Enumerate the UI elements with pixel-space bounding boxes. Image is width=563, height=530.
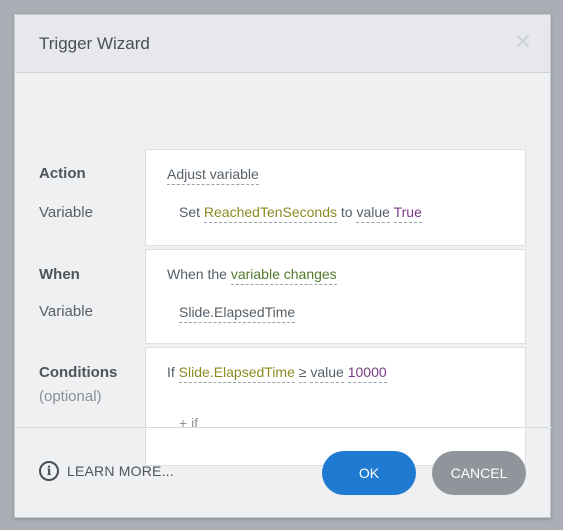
to-text: to: [340, 204, 353, 220]
condition-value-type-dropdown[interactable]: value: [310, 364, 344, 383]
ok-button[interactable]: OK: [322, 451, 416, 495]
condition-operator-dropdown[interactable]: ≥: [298, 364, 307, 383]
action-variable-dropdown[interactable]: ReachedTenSeconds: [203, 204, 338, 223]
when-variable-dropdown[interactable]: Slide.ElapsedTime: [179, 304, 296, 323]
condition-value-input[interactable]: 10000: [347, 364, 387, 383]
when-event-dropdown[interactable]: variable changes: [230, 266, 337, 285]
action-sublabel: Variable: [39, 204, 93, 221]
action-value-dropdown[interactable]: True: [393, 204, 422, 223]
info-icon: i: [39, 461, 59, 481]
value-type-dropdown[interactable]: value: [356, 204, 390, 223]
when-panel: When the variable changes Slide.ElapsedT…: [145, 249, 526, 344]
set-text: Set: [179, 204, 201, 220]
dialog-title: Trigger Wizard: [39, 34, 150, 53]
close-icon[interactable]: ✕: [512, 31, 534, 53]
cancel-button[interactable]: CANCEL: [432, 451, 526, 495]
conditions-label: Conditions: [39, 364, 118, 381]
conditions-sublabel: (optional): [39, 388, 102, 405]
condition-variable-dropdown[interactable]: Slide.ElapsedTime: [178, 364, 295, 383]
titlebar: Trigger Wizard ✕: [15, 15, 550, 73]
footer-divider: [15, 427, 552, 428]
if-text: If: [167, 364, 175, 380]
when-label: When: [39, 266, 80, 283]
learn-more-link[interactable]: i LEARN MORE...: [39, 461, 174, 481]
when-prefix-text: When the: [167, 266, 227, 282]
conditions-panel: If Slide.ElapsedTime ≥ value 10000 + if: [145, 347, 526, 466]
when-sublabel: Variable: [39, 303, 93, 320]
trigger-wizard-dialog: Trigger Wizard ✕ Action Variable Adjust …: [14, 14, 552, 518]
action-type-dropdown[interactable]: Adjust variable: [167, 166, 259, 185]
action-label: Action: [39, 165, 86, 182]
add-if-button[interactable]: + if: [179, 415, 198, 431]
learn-more-text: LEARN MORE...: [67, 463, 174, 479]
action-panel: Adjust variable Set ReachedTenSeconds to…: [145, 149, 526, 246]
